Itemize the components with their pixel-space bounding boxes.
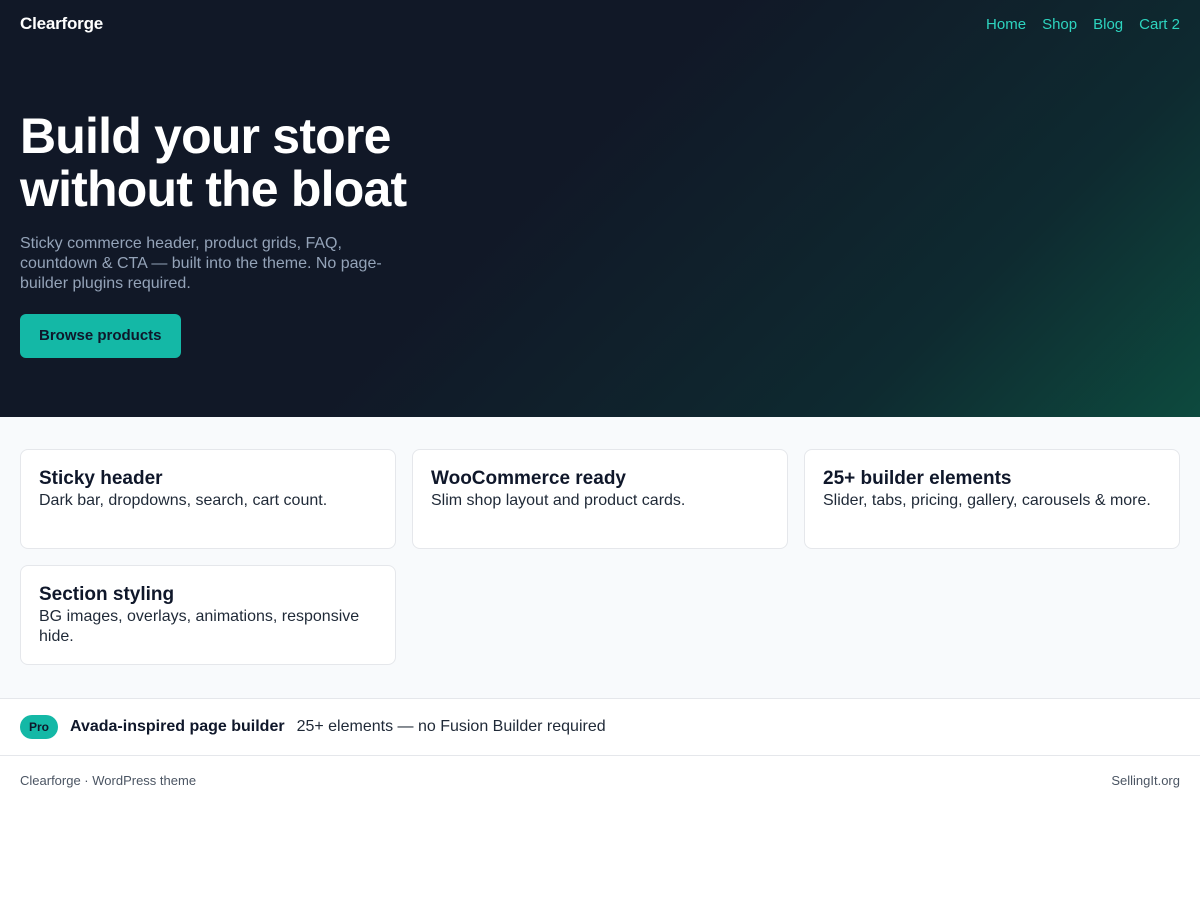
feature-card-desc: Dark bar, dropdowns, search, cart count. [39, 492, 328, 509]
hero-title-line-1: Build your store [20, 108, 391, 164]
pro-title: Avada-inspired page builder [70, 718, 285, 735]
feature-card-title: Sticky header [39, 468, 163, 489]
nav-link-shop[interactable]: Shop [1042, 16, 1077, 33]
feature-card-desc: BG images, overlays, animations, respons… [39, 608, 360, 645]
feature-card-section-styling: Section styling BG images, overlays, ani… [20, 565, 396, 665]
top-navbar: Clearforge Home Shop Blog Cart 2 [0, 0, 1200, 48]
feature-card-builder-elements: 25+ builder elements Slider, tabs, prici… [804, 449, 1180, 549]
nav-link-home[interactable]: Home [986, 16, 1026, 33]
hero-title-line-2: without the bloat [20, 161, 407, 217]
feature-card-title: Section styling [39, 584, 175, 605]
main-nav: Home Shop Blog Cart 2 [986, 16, 1180, 33]
footer-link-sellingit[interactable]: SellingIt.org [1111, 773, 1180, 788]
feature-card-desc: Slim shop layout and product cards. [431, 492, 686, 509]
site-footer: Clearforge · WordPress theme SellingIt.o… [0, 756, 1200, 804]
feature-card-title: WooCommerce ready [431, 468, 626, 489]
feature-card-sticky-header: Sticky header Dark bar, dropdowns, searc… [20, 449, 396, 549]
hero-title: Build your store without the bloat [20, 110, 460, 216]
pro-desc: 25+ elements — no Fusion Builder require… [296, 718, 606, 735]
browse-products-button[interactable]: Browse products [20, 314, 181, 358]
feature-card-title: 25+ builder elements [823, 468, 1012, 489]
footer-credit: Clearforge · WordPress theme [20, 772, 197, 788]
nav-link-cart[interactable]: Cart 2 [1139, 16, 1180, 33]
pro-badge: Pro [20, 715, 58, 739]
feature-card-woocommerce: WooCommerce ready Slim shop layout and p… [412, 449, 788, 549]
hero-subtitle: Sticky commerce header, product grids, F… [20, 235, 382, 292]
features-grid: Sticky header Dark bar, dropdowns, searc… [0, 417, 1200, 698]
hero-content: Build your store without the bloat Stick… [20, 110, 460, 358]
nav-link-blog[interactable]: Blog [1093, 16, 1123, 33]
brand-logo[interactable]: Clearforge [20, 14, 103, 34]
feature-card-desc: Slider, tabs, pricing, gallery, carousel… [823, 492, 1151, 509]
pro-banner: Pro Avada-inspired page builder 25+ elem… [0, 698, 1200, 756]
hero-section: Clearforge Home Shop Blog Cart 2 Build y… [0, 0, 1200, 417]
